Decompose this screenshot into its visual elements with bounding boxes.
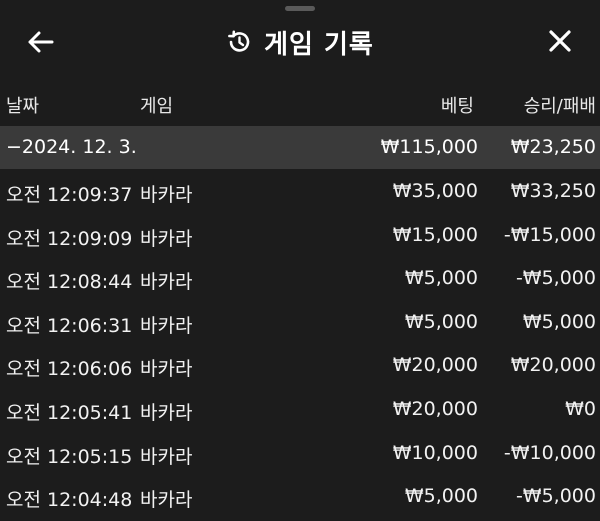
table-row[interactable]: 오전 12:06:06 바카라 ₩20,000 ₩20,000 [0,343,600,387]
table-row[interactable]: 오전 12:05:41 바카라 ₩20,000 ₩0 [0,387,600,431]
table-header: 날짜 게임 베팅 승리/패배 [0,82,600,126]
group-bet-total: ₩115,000 [380,136,478,158]
row-bet: ₩5,000 [404,485,478,508]
row-game: 바카라 [140,314,193,337]
page-title: 게임 기록 [264,29,374,60]
row-time: 오전 12:06:06 [6,358,133,381]
row-bet: ₩5,000 [404,310,478,333]
row-bet: ₩35,000 [392,180,478,202]
row-game: 바카라 [140,445,193,468]
row-win-loss: -₩15,000 [503,223,596,246]
row-time: 오전 12:04:48 [6,489,133,512]
row-game: 바카라 [140,184,193,206]
row-time: 오전 12:08:44 [6,271,133,294]
date-group-header[interactable]: −2024. 12. 3. ₩115,000 ₩23,250 [0,126,600,169]
row-game: 바카라 [140,358,193,381]
row-bet: ₩20,000 [392,397,478,420]
row-win-loss: ₩33,250 [510,180,596,202]
column-header-bet: 베팅 [440,96,474,117]
row-time: 오전 12:09:09 [6,227,133,250]
row-bet: ₩20,000 [392,354,478,377]
row-win-loss: -₩10,000 [503,441,596,464]
table-row[interactable]: 오전 12:06:31 바카라 ₩5,000 ₩5,000 [0,300,600,344]
column-header-win-loss: 승리/패배 [523,96,596,117]
row-bet: ₩15,000 [392,223,478,246]
row-win-loss: ₩0 [565,397,596,420]
table-row[interactable]: 오전 12:09:37 바카라 ₩35,000 ₩33,250 [0,169,600,213]
game-history-sheet: 게임 기록 날짜 게임 베팅 승리/패배 −2024. 12. 3. ₩115,… [0,0,600,521]
table-row[interactable]: 오전 12:09:09 바카라 ₩15,000 -₩15,000 [0,213,600,257]
close-button[interactable] [544,24,576,58]
table-row[interactable]: 오전 12:08:44 바카라 ₩5,000 -₩5,000 [0,256,600,300]
row-bet: ₩10,000 [392,441,478,464]
row-time: 오전 12:05:15 [6,445,133,468]
row-win-loss: ₩5,000 [522,310,596,333]
row-win-loss: -₩5,000 [515,267,596,290]
page-title-group: 게임 기록 [0,22,600,62]
column-header-date: 날짜 [6,96,40,117]
table-row[interactable]: 오전 12:04:48 바카라 ₩5,000 -₩5,000 [0,474,600,518]
row-bet: ₩5,000 [404,267,478,290]
history-icon [228,30,250,52]
row-time: 오전 12:09:37 [6,184,133,206]
row-time: 오전 12:06:31 [6,314,133,337]
row-game: 바카라 [140,489,193,512]
row-time: 오전 12:05:41 [6,401,133,424]
header: 게임 기록 [0,0,600,82]
row-game: 바카라 [140,271,193,294]
history-list: 오전 12:09:37 바카라 ₩35,000 ₩33,250 오전 12:09… [0,169,600,518]
row-game: 바카라 [140,401,193,424]
column-header-game: 게임 [140,96,174,117]
close-icon [549,30,571,52]
row-win-loss: -₩5,000 [515,485,596,508]
group-win-total: ₩23,250 [510,136,596,158]
row-game: 바카라 [140,227,193,250]
table-row[interactable]: 오전 12:05:15 바카라 ₩10,000 -₩10,000 [0,431,600,475]
group-date: −2024. 12. 3. [6,136,137,158]
row-win-loss: ₩20,000 [510,354,596,377]
